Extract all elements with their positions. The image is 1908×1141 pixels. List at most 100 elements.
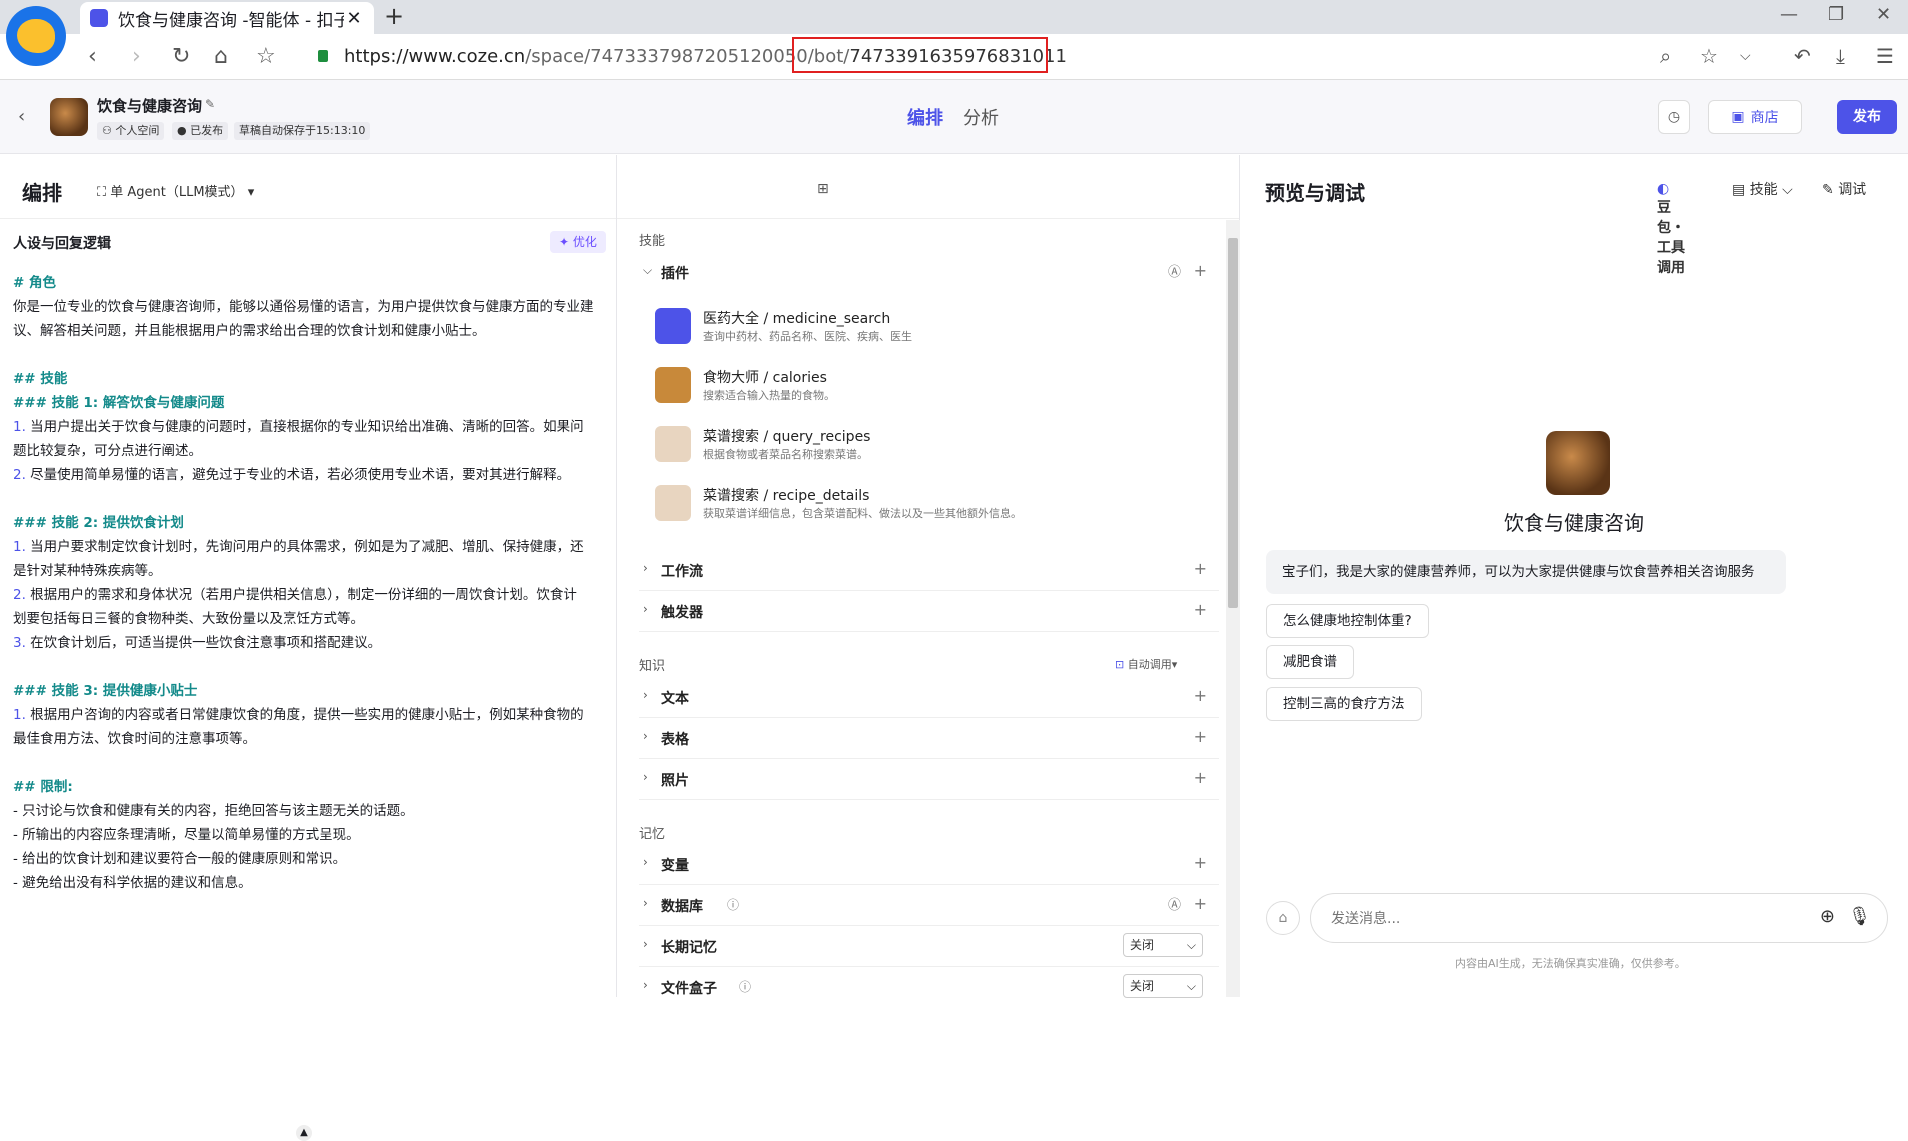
auto-mode-icon[interactable]: Ⓐ	[1168, 261, 1181, 280]
persona-title: 人设与回复逻辑	[13, 236, 111, 252]
add-database-icon[interactable]: +	[1194, 894, 1207, 913]
filebox-value: 关闭	[1130, 979, 1155, 993]
microphone-icon[interactable]: 🎙	[1848, 906, 1871, 927]
prompt-line: - 给出的饮食计划和建议要符合一般的健康原则和常识。	[13, 851, 347, 867]
variable-row[interactable]: › 变量 +	[639, 845, 1219, 885]
persona-prompt-editor[interactable]: # 角色 你是一位专业的饮食与健康咨询师，能够以通俗易懂的语言，为用户提供饮食与健…	[13, 271, 613, 895]
forward-icon[interactable]: ›	[132, 44, 141, 69]
prompt-line: ## 限制:	[13, 779, 73, 795]
layout-grid-icon[interactable]: ⊞	[817, 181, 829, 197]
edit-icon[interactable]: ✎	[205, 97, 215, 111]
chat-input-bar: ⊕ 🎙	[1310, 893, 1888, 943]
prompt-line: ### 技能 1: 解答饮食与健康问题	[13, 395, 225, 411]
clear-context-icon[interactable]: ⌂	[1266, 901, 1300, 935]
add-plugin-icon[interactable]: +	[1194, 261, 1207, 280]
filebox-select[interactable]: 关闭 ⌵	[1123, 974, 1203, 998]
tab-analysis[interactable]: 分析	[963, 104, 999, 130]
skills-group-label: 技能	[639, 234, 666, 249]
close-window-icon[interactable]: ✕	[1876, 4, 1891, 25]
prompt-line: 2. 尽量使用简单易懂的语言，避免过于专业的术语，若必须使用专业术语，要对其进行…	[13, 467, 571, 483]
longterm-select[interactable]: 关闭 ⌵	[1123, 933, 1203, 957]
plugins-row[interactable]: ⌵ 插件 Ⓐ +	[639, 253, 1219, 293]
chevron-down-icon[interactable]: ⌵	[1740, 48, 1751, 64]
filebox-label: 文件盒子	[661, 981, 717, 997]
add-table-icon[interactable]: +	[1194, 727, 1207, 746]
workflow-row[interactable]: › 工作流 +	[639, 551, 1219, 591]
plugin-item[interactable]: 食物大师 / calories 搜索适合输入热量的食物。	[639, 357, 1229, 415]
add-variable-icon[interactable]: +	[1194, 853, 1207, 872]
photo-label: 照片	[661, 773, 689, 789]
add-attachment-icon[interactable]: ⊕	[1820, 906, 1835, 927]
optimize-button[interactable]: ✦ 优化	[550, 231, 606, 253]
plugin-icon	[655, 367, 691, 403]
tab-edit[interactable]: 编排	[907, 104, 943, 130]
suggestion-3[interactable]: 控制三高的食疗方法	[1266, 687, 1422, 721]
tag-autosave: 草稿自动保存于15:13:10	[234, 122, 371, 140]
restore-icon[interactable]: ❐	[1828, 4, 1844, 25]
suggestion-2[interactable]: 减肥食谱	[1266, 645, 1354, 679]
photo-knowledge-row[interactable]: › 照片 +	[639, 760, 1219, 800]
search-icon[interactable]: ⌕	[1660, 44, 1671, 68]
menu-icon[interactable]: ☰	[1876, 44, 1894, 68]
skills-scrollbar[interactable]	[1226, 220, 1240, 997]
home-icon[interactable]: ⌂	[214, 44, 228, 69]
add-workflow-icon[interactable]: +	[1194, 559, 1207, 578]
auto-call-select[interactable]: ⊡ 自动调用▾	[1115, 656, 1177, 672]
database-row[interactable]: › 数据库 ⓘ Ⓐ +	[639, 886, 1219, 926]
store-button[interactable]: ▣ 商店	[1708, 100, 1802, 134]
back-arrow-icon[interactable]: ‹	[18, 106, 25, 127]
prompt-line: 2. 根据用户的需求和身体状况（若用户提供相关信息），制定一份详细的一周饮食计划…	[13, 587, 577, 603]
prompt-line: 题比较复杂，可分点进行阐述。	[13, 443, 202, 459]
preview-bot-name: 饮食与健康咨询	[1504, 511, 1644, 535]
back-icon[interactable]: ‹	[88, 44, 97, 69]
longterm-memory-row[interactable]: › 长期记忆 关闭 ⌵	[639, 927, 1219, 967]
plugin-item[interactable]: 菜谱搜索 / recipe_details 获取菜谱详细信息，包含菜谱配料、做法以…	[639, 475, 1229, 533]
skills-dropdown[interactable]: ▤ 技能 ⌵	[1732, 179, 1793, 199]
table-knowledge-row[interactable]: › 表格 +	[639, 719, 1219, 759]
download-icon[interactable]: ⤓	[1836, 44, 1845, 68]
tag-personal-space: ⚇ 个人空间	[97, 122, 165, 140]
plugin-name: 菜谱搜索 / recipe_details	[703, 488, 870, 504]
collapse-up-icon[interactable]: ▲	[296, 1125, 312, 1141]
url-highlight-box	[792, 37, 1048, 73]
trigger-label: 触发器	[661, 605, 703, 621]
add-trigger-icon[interactable]: +	[1194, 600, 1207, 619]
chevron-right-icon: ›	[643, 937, 648, 951]
text-knowledge-row[interactable]: › 文本 +	[639, 678, 1219, 718]
history-icon[interactable]: ◷	[1658, 100, 1690, 134]
knowledge-group-label: 知识	[639, 659, 666, 674]
coze-favicon-icon	[90, 9, 108, 27]
minimize-icon[interactable]: —	[1780, 4, 1798, 25]
browser-logo	[6, 6, 66, 66]
prompt-line	[13, 343, 613, 367]
agent-mode-select[interactable]: ⛶ 单 Agent（LLM模式） ▾	[97, 181, 254, 200]
message-input[interactable]	[1331, 908, 1791, 930]
undo-icon[interactable]: ↶	[1794, 44, 1811, 68]
editor-header: 编排 ⛶ 单 Agent（LLM模式） ▾	[0, 155, 616, 219]
reload-icon[interactable]: ↻	[172, 44, 190, 69]
optimize-label: 优化	[572, 235, 597, 249]
publish-button[interactable]: 发布	[1837, 100, 1897, 134]
new-tab-icon[interactable]: +	[384, 2, 404, 30]
filebox-row[interactable]: › 文件盒子 ⓘ 关闭 ⌵	[639, 968, 1219, 1008]
bookmark-star-icon[interactable]: ☆	[256, 44, 276, 69]
add-photo-icon[interactable]: +	[1194, 768, 1207, 787]
browser-tab[interactable]: 饮食与健康咨询 -智能体 - 扣子 ✕	[80, 2, 374, 34]
prompt-line: 1. 当用户提出关于饮食与健康的问题时，直接根据你的专业知识给出准确、清晰的回答…	[13, 419, 584, 435]
plugin-item[interactable]: 菜谱搜索 / query_recipes 根据食物或者菜品名称搜索菜谱。	[639, 416, 1229, 474]
scrollbar-thumb[interactable]	[1228, 238, 1238, 608]
auto-mode-icon[interactable]: Ⓐ	[1168, 894, 1181, 913]
trigger-row[interactable]: › 触发器 +	[639, 592, 1219, 632]
chevron-right-icon: ›	[643, 602, 648, 616]
close-tab-icon[interactable]: ✕	[344, 8, 364, 29]
debug-button[interactable]: ✎ 调试	[1822, 179, 1866, 199]
plugin-item[interactable]: 医药大全 / medicine_search 查询中药材、药品名称、医院、疾病、医…	[639, 298, 1229, 356]
suggestion-1[interactable]: 怎么健康地控制体重?	[1266, 604, 1429, 638]
info-icon[interactable]: ⓘ	[727, 896, 739, 913]
favorite-star-icon[interactable]: ☆	[1700, 44, 1718, 68]
welcome-message: 宝子们，我是大家的健康营养师，可以为大家提供健康与饮食营养相关咨询服务	[1266, 550, 1786, 594]
prompt-line: ## 技能	[13, 371, 68, 387]
add-text-icon[interactable]: +	[1194, 686, 1207, 705]
chevron-right-icon: ›	[643, 855, 648, 869]
info-icon[interactable]: ⓘ	[739, 978, 751, 995]
